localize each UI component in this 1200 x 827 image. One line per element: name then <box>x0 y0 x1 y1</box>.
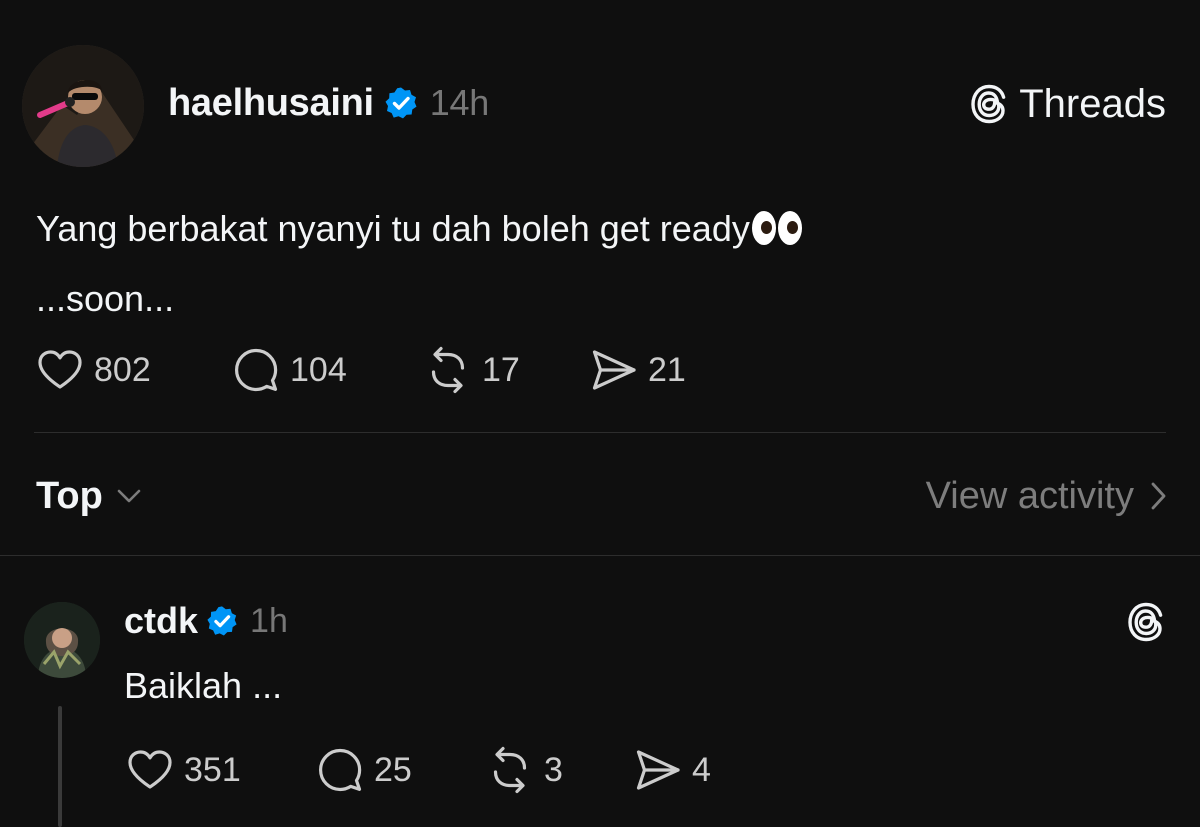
verified-badge-icon <box>384 86 418 120</box>
share-button[interactable]: 21 <box>588 344 686 396</box>
chevron-down-icon <box>117 489 141 503</box>
heart-icon <box>128 750 172 789</box>
author-avatar-image <box>22 45 144 167</box>
comment-bubble-icon <box>319 748 362 792</box>
chevron-right-icon <box>1151 482 1166 510</box>
post-text: Yang berbakat nyanyi tu dah boleh get re… <box>36 194 802 334</box>
reply-avatar-image <box>24 602 100 678</box>
sort-dropdown[interactable]: Top <box>36 470 143 522</box>
like-count: 351 <box>184 750 241 789</box>
send-icon <box>636 750 680 790</box>
reply-text: Baiklah ... <box>124 665 283 706</box>
view-activity-label: View activity <box>925 474 1134 517</box>
comment-count: 25 <box>374 750 412 789</box>
heart-icon <box>38 350 82 389</box>
thread-connector-line <box>58 706 62 827</box>
divider <box>34 432 1166 433</box>
post-author-name[interactable]: haelhusaini <box>168 82 374 125</box>
post-timestamp: 14h <box>429 82 489 123</box>
comment-button[interactable]: 104 <box>230 344 422 396</box>
post-author-row: haelhusaini 14h <box>168 80 489 126</box>
divider <box>0 555 1200 556</box>
like-button[interactable]: 351 <box>124 744 314 796</box>
post-text-line-1: Yang berbakat nyanyi tu dah boleh get re… <box>36 194 802 264</box>
threads-logo-icon[interactable] <box>1124 600 1168 644</box>
eyes-emoji-icon <box>751 211 802 246</box>
share-count: 4 <box>692 750 711 789</box>
comment-count: 104 <box>290 350 347 389</box>
author-avatar[interactable] <box>22 45 144 167</box>
send-icon <box>592 350 636 390</box>
post-text-line-2: ...soon... <box>36 278 175 319</box>
reply-author-avatar[interactable] <box>24 602 100 678</box>
repost-icon <box>493 746 527 794</box>
repost-count: 3 <box>544 750 563 789</box>
comment-bubble-icon <box>235 348 278 392</box>
repost-button[interactable]: 3 <box>484 744 632 796</box>
threads-brand[interactable]: Threads <box>967 80 1166 128</box>
reply-timestamp: 1h <box>250 601 288 640</box>
sort-label: Top <box>36 474 103 517</box>
like-count: 802 <box>94 350 151 389</box>
share-count: 21 <box>648 350 686 389</box>
comment-button[interactable]: 25 <box>314 744 484 796</box>
like-button[interactable]: 802 <box>34 344 230 396</box>
reply-author-name[interactable]: ctdk <box>124 600 198 642</box>
reply-actions: 351 25 3 4 <box>124 744 711 796</box>
post-text-main: Yang berbakat nyanyi tu dah boleh get re… <box>36 208 750 249</box>
repost-button[interactable]: 17 <box>422 344 588 396</box>
repost-count: 17 <box>482 350 520 389</box>
view-activity-link[interactable]: View activity <box>926 470 1168 522</box>
threads-brand-label: Threads <box>1019 81 1166 126</box>
threads-logo-icon <box>967 82 1011 126</box>
post-actions: 802 104 17 21 <box>34 344 686 396</box>
share-button[interactable]: 4 <box>632 744 711 796</box>
verified-badge-icon <box>206 604 240 638</box>
repost-icon <box>431 346 465 394</box>
reply-author-row: ctdk 1h <box>124 598 288 644</box>
